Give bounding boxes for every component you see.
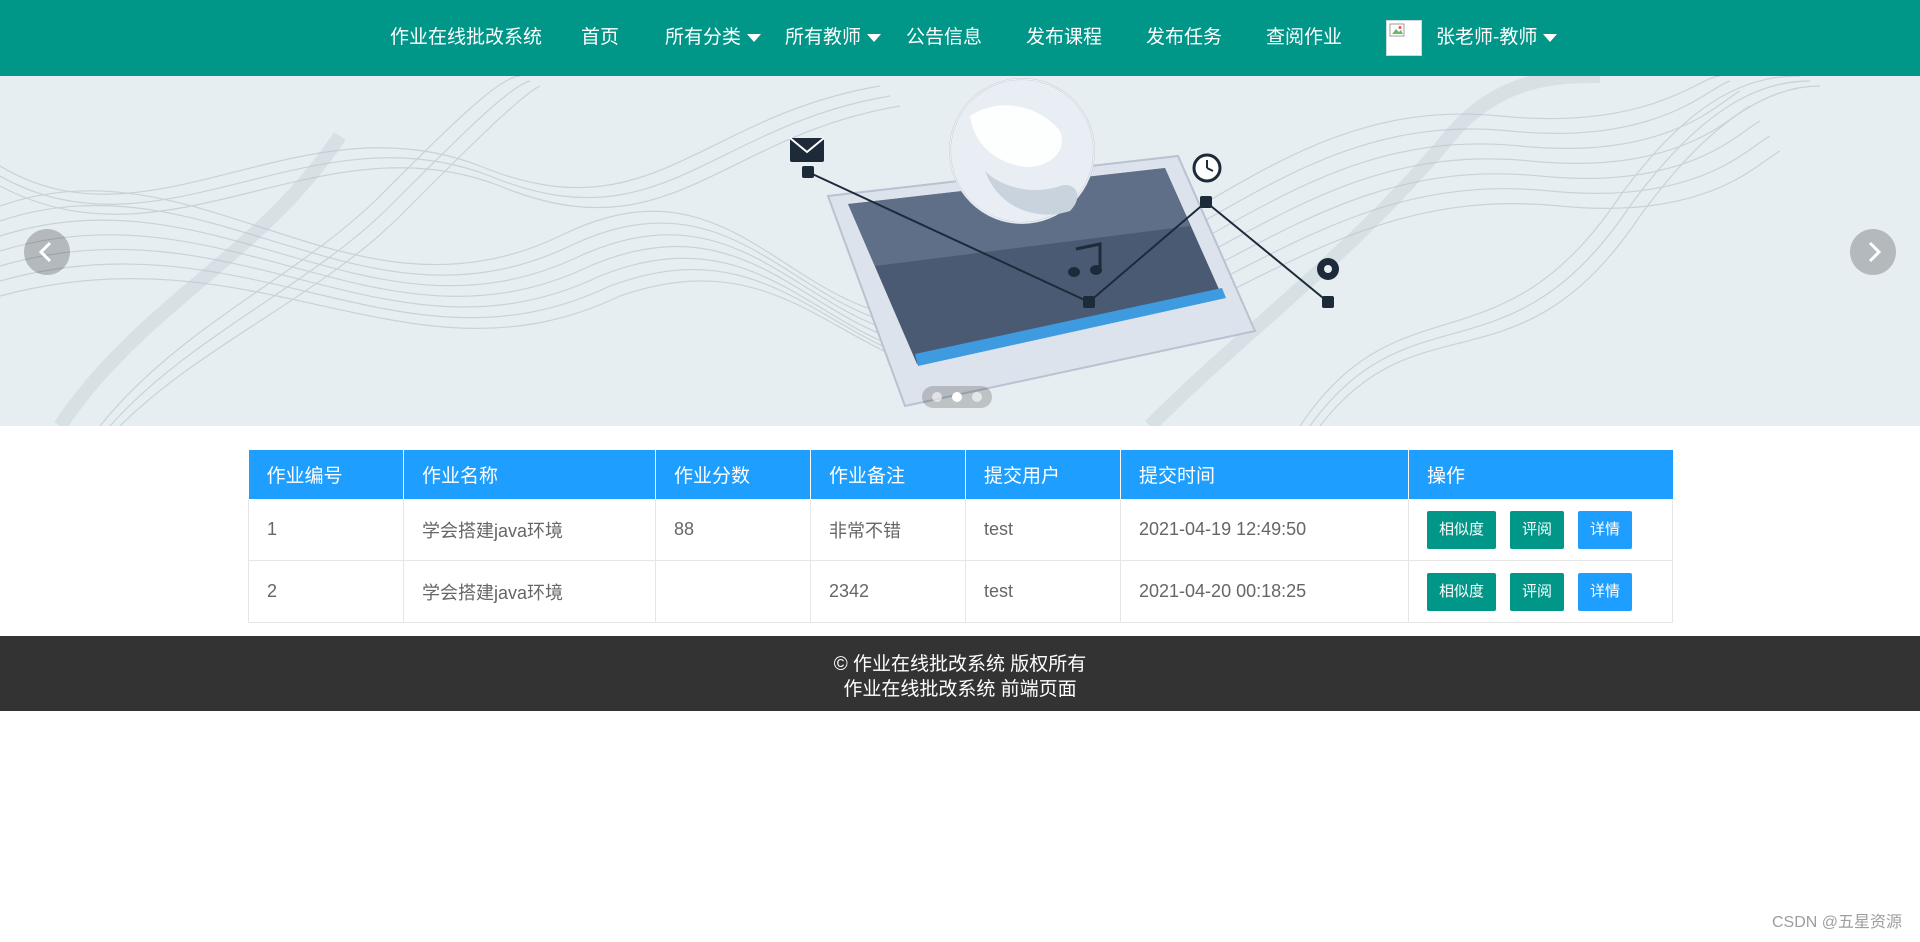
carousel-indicators: [922, 386, 992, 408]
footer-copyright: © 作业在线批改系统 版权所有: [833, 654, 1087, 675]
caret-down-icon: [867, 33, 882, 42]
chevron-left-icon: [38, 241, 52, 263]
column-header-remark: 作业备注: [810, 450, 966, 499]
table-row: 1 学会搭建java环境 88 非常不错 test 2021-04-19 12:…: [248, 499, 1673, 561]
cell-actions: 相似度 评阅 详情: [1408, 560, 1673, 623]
chevron-right-icon: [1868, 241, 1882, 263]
detail-button[interactable]: 详情: [1578, 572, 1633, 611]
nav-item-teachers-label: 所有教师: [785, 27, 862, 48]
broken-image-icon: [1389, 23, 1405, 37]
cell-actions: 相似度 评阅 详情: [1408, 499, 1673, 561]
cell-score: [655, 560, 811, 623]
cell-user: test: [965, 499, 1121, 561]
cell-time: 2021-04-19 12:49:50: [1120, 499, 1409, 561]
avatar[interactable]: [1386, 20, 1422, 56]
caret-down-icon: [747, 33, 762, 42]
table-header-row: 作业编号 作业名称 作业分数 作业备注 提交用户 提交时间 操作: [248, 450, 1673, 499]
banner-illustration: [0, 76, 1821, 426]
nav-user-name: 张老师-教师: [1436, 27, 1538, 48]
carousel-prev-button[interactable]: [24, 229, 70, 275]
carousel-dot[interactable]: [972, 392, 982, 402]
review-button[interactable]: 评阅: [1510, 572, 1565, 611]
column-header-time: 提交时间: [1120, 450, 1409, 499]
nav-item-teachers[interactable]: 所有教师: [785, 0, 882, 76]
cell-remark: 非常不错: [810, 499, 966, 561]
similarity-button[interactable]: 相似度: [1427, 510, 1497, 549]
watermark: CSDN @五星资源: [1771, 914, 1902, 931]
nav-user-menu[interactable]: 张老师-教师: [1436, 0, 1558, 76]
homework-table: 作业编号 作业名称 作业分数 作业备注 提交用户 提交时间 操作 1 学会搭建j…: [248, 450, 1673, 623]
review-button[interactable]: 评阅: [1510, 510, 1565, 549]
table-row: 2 学会搭建java环境 2342 test 2021-04-20 00:18:…: [248, 560, 1673, 623]
column-header-id: 作业编号: [248, 450, 404, 499]
caret-down-icon: [1543, 33, 1558, 42]
nav-item-publish-course[interactable]: 发布课程: [1026, 0, 1102, 76]
nav-item-publish-task[interactable]: 发布任务: [1146, 0, 1222, 76]
cell-id: 1: [248, 499, 404, 561]
nav-item-review-homework[interactable]: 查阅作业: [1266, 0, 1342, 76]
column-header-score: 作业分数: [655, 450, 811, 499]
nav-brand[interactable]: 作业在线批改系统: [390, 0, 542, 76]
similarity-button[interactable]: 相似度: [1427, 572, 1497, 611]
top-nav-bar: 作业在线批改系统 首页 所有分类 所有教师 公告信息 发布课程 发布任务 查阅作…: [0, 0, 1920, 77]
column-header-actions: 操作: [1408, 450, 1673, 499]
footer-subtitle: 作业在线批改系统 前端页面: [843, 679, 1077, 700]
cell-time: 2021-04-20 00:18:25: [1120, 560, 1409, 623]
detail-button[interactable]: 详情: [1578, 510, 1633, 549]
nav-item-categories-label: 所有分类: [665, 27, 742, 48]
carousel-next-button[interactable]: [1850, 229, 1896, 275]
column-header-name: 作业名称: [403, 450, 656, 499]
cell-user: test: [965, 560, 1121, 623]
carousel-dot-active[interactable]: [952, 392, 962, 402]
column-header-user: 提交用户: [965, 450, 1121, 499]
cell-name: 学会搭建java环境: [403, 560, 656, 623]
cell-id: 2: [248, 560, 404, 623]
carousel-dot[interactable]: [932, 392, 942, 402]
cell-score: 88: [655, 499, 811, 561]
nav-item-announcements[interactable]: 公告信息: [906, 0, 982, 76]
nav-item-categories[interactable]: 所有分类: [665, 0, 762, 76]
cell-remark: 2342: [810, 560, 966, 623]
nav-item-home[interactable]: 首页: [581, 0, 619, 76]
cell-name: 学会搭建java环境: [403, 499, 656, 561]
footer: © 作业在线批改系统 版权所有 作业在线批改系统 前端页面: [0, 636, 1920, 711]
banner-carousel: [0, 76, 1920, 426]
